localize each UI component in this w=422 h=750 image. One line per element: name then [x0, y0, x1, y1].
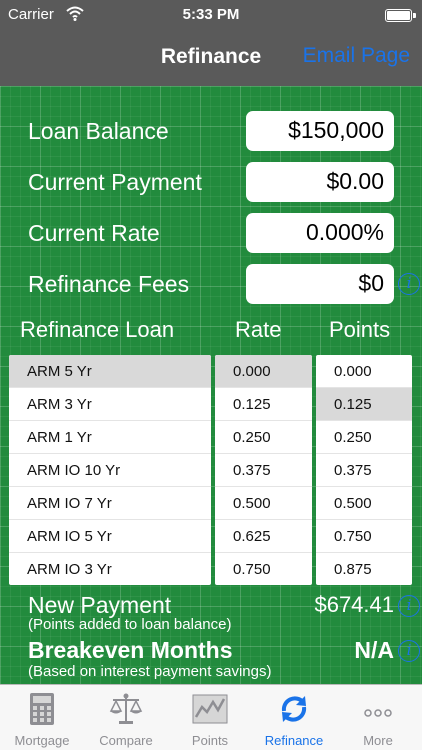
- new-payment-value: $674.41: [314, 592, 394, 617]
- tab-refinance[interactable]: Refinance: [252, 685, 336, 750]
- refinance-fees-info-icon[interactable]: i: [398, 273, 420, 295]
- loan-option[interactable]: ARM 5 Yr: [9, 355, 211, 388]
- tab-refinance-label: Refinance: [264, 733, 324, 748]
- loan-option[interactable]: ARM 1 Yr: [9, 421, 211, 454]
- more-icon: [364, 709, 392, 717]
- tab-compare[interactable]: Compare: [84, 685, 168, 750]
- points-option[interactable]: 0.250: [316, 421, 412, 454]
- loan-option[interactable]: ARM IO 3 Yr: [9, 553, 211, 585]
- new-payment-label: New Payment: [28, 592, 172, 618]
- status-bar: Carrier 5:33 PM: [0, 0, 422, 30]
- rate-option[interactable]: 0.250: [215, 421, 312, 454]
- scale-icon: [109, 693, 143, 724]
- tab-bar: Mortgage Compare Points Refinance More: [0, 684, 422, 750]
- points-option[interactable]: 0.000: [316, 355, 412, 388]
- current-payment-label: Current Payment: [28, 169, 202, 195]
- points-option[interactable]: 0.125: [316, 388, 412, 421]
- loan-balance-label: Loan Balance: [28, 118, 169, 144]
- loan-option[interactable]: ARM IO 5 Yr: [9, 520, 211, 553]
- calculator-icon: [30, 693, 54, 725]
- loan-option[interactable]: ARM 3 Yr: [9, 388, 211, 421]
- rate-option[interactable]: 0.625: [215, 520, 312, 553]
- points-option[interactable]: 0.750: [316, 520, 412, 553]
- breakeven-months-value: N/A: [354, 637, 394, 663]
- loan-option[interactable]: ARM IO 7 Yr: [9, 487, 211, 520]
- refresh-icon: [281, 696, 307, 722]
- email-page-button[interactable]: Email Page: [303, 44, 410, 68]
- breakeven-info-icon[interactable]: i: [398, 640, 420, 662]
- points-option[interactable]: 0.875: [316, 553, 412, 585]
- refinance-fees-field[interactable]: $0: [246, 264, 394, 304]
- refinance-loan-column-header: Refinance Loan: [20, 317, 175, 342]
- rate-option[interactable]: 0.125: [215, 388, 312, 421]
- rate-option[interactable]: 0.500: [215, 487, 312, 520]
- tab-mortgage-label: Mortgage: [14, 733, 70, 748]
- rate-option[interactable]: 0.375: [215, 454, 312, 487]
- points-option[interactable]: 0.500: [316, 487, 412, 520]
- rate-picker[interactable]: 0.000 0.125 0.250 0.375 0.500 0.625 0.750: [215, 355, 312, 585]
- navigation-bar: Refinance Email Page: [0, 30, 422, 86]
- rate-option[interactable]: 0.750: [215, 553, 312, 585]
- tab-points-label: Points: [191, 733, 229, 748]
- new-payment-info-icon[interactable]: i: [398, 595, 420, 617]
- points-option[interactable]: 0.375: [316, 454, 412, 487]
- tab-points[interactable]: Points: [168, 685, 252, 750]
- chart-icon: [192, 694, 228, 724]
- current-rate-label: Current Rate: [28, 220, 160, 246]
- battery-icon: [385, 9, 416, 22]
- points-column-header: Points: [329, 317, 391, 342]
- points-picker[interactable]: 0.000 0.125 0.250 0.375 0.500 0.750 0.875: [316, 355, 412, 585]
- tab-mortgage[interactable]: Mortgage: [0, 685, 84, 750]
- tab-more[interactable]: More: [336, 685, 420, 750]
- loan-option[interactable]: ARM IO 10 Yr: [9, 454, 211, 487]
- breakeven-note: (Based on interest payment savings): [28, 663, 272, 680]
- loan-type-picker[interactable]: ARM 5 Yr ARM 3 Yr ARM 1 Yr ARM IO 10 Yr ARM …: [9, 355, 211, 585]
- current-rate-field[interactable]: 0.000%: [246, 213, 394, 253]
- loan-balance-field[interactable]: $150,000: [246, 111, 394, 151]
- new-payment-note: (Points added to loan balance): [28, 616, 232, 633]
- refinance-form: Loan Balance $150,000 Current Payment $0…: [0, 86, 422, 684]
- refinance-fees-label: Refinance Fees: [28, 271, 190, 297]
- clock: 5:33 PM: [182, 6, 240, 23]
- tab-compare-label: Compare: [99, 733, 153, 748]
- rate-column-header: Rate: [235, 317, 282, 342]
- current-payment-field[interactable]: $0.00: [246, 162, 394, 202]
- tab-more-label: More: [363, 733, 393, 748]
- rate-option[interactable]: 0.000: [215, 355, 312, 388]
- breakeven-months-label: Breakeven Months: [28, 637, 233, 663]
